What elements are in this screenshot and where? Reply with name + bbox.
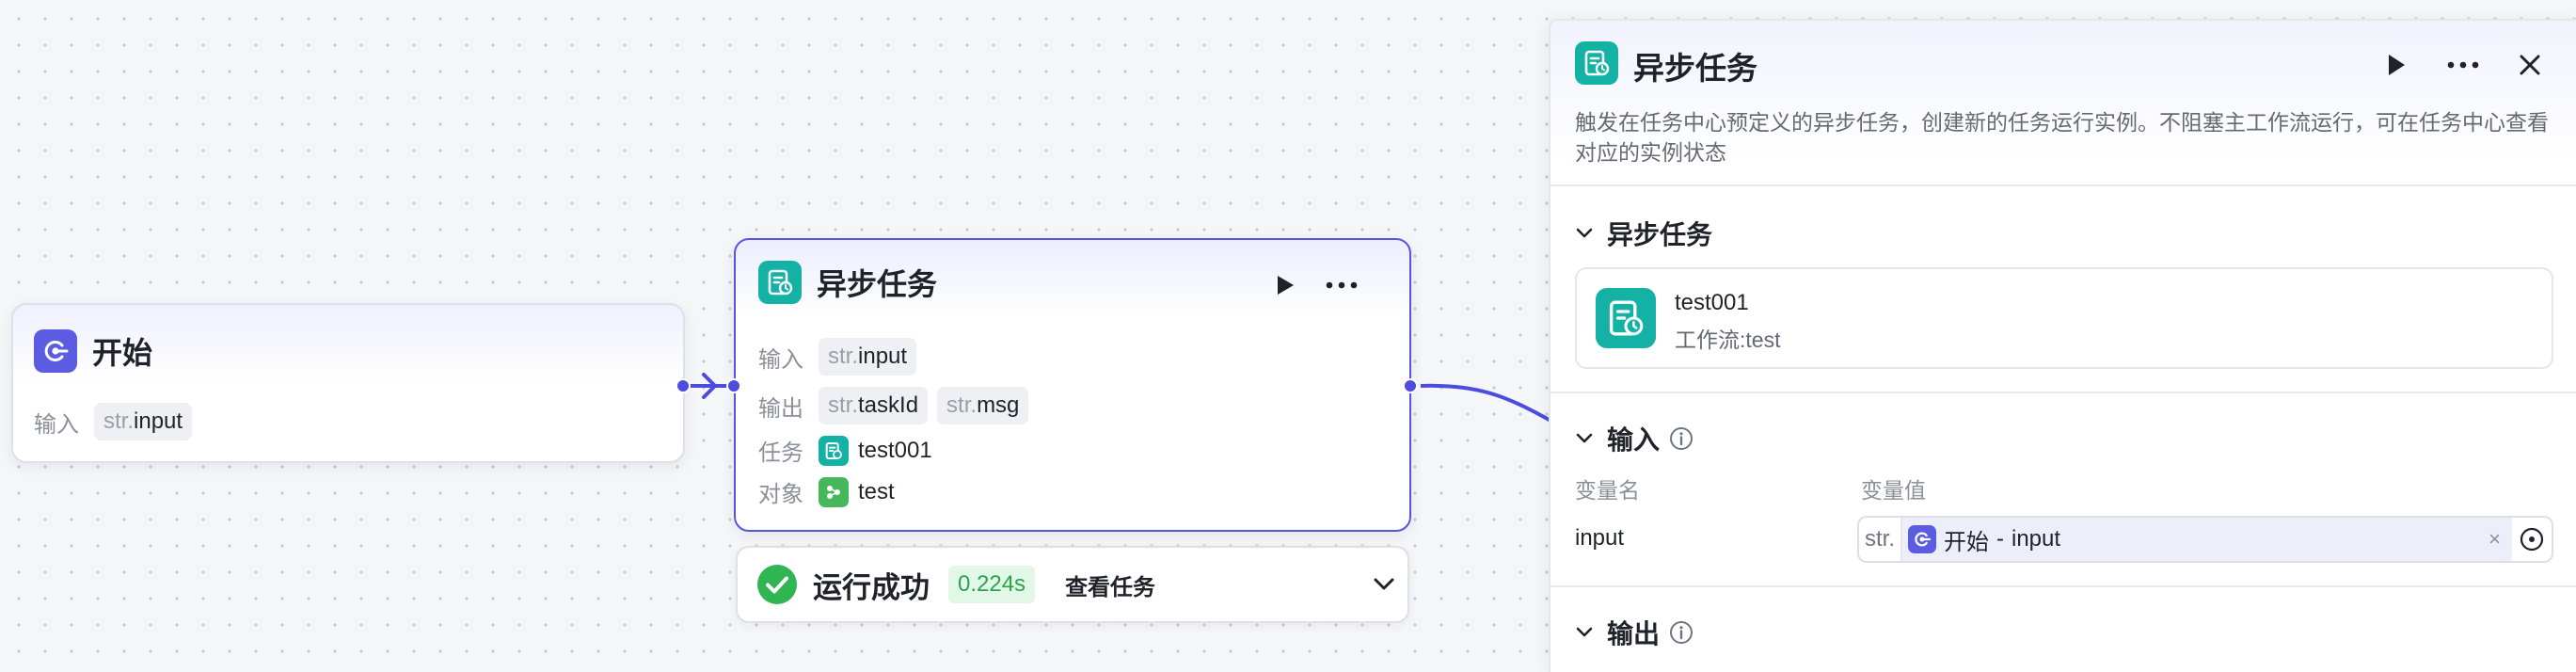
section-title: 异步任务 (1607, 220, 1713, 249)
task-output-port[interactable] (1403, 378, 1418, 393)
task-object-label: 对象 (758, 482, 803, 507)
start-node-icon (34, 329, 77, 373)
task-card-name: test001 (1675, 290, 1749, 315)
start-node[interactable]: 开始 输入 str. input (11, 303, 685, 463)
task-output-chip: str. msg (937, 387, 1029, 424)
panel-title: 异步任务 (1633, 51, 1757, 86)
section-title: 输入 (1607, 425, 1661, 455)
async-task-icon (819, 435, 849, 466)
node-more-button[interactable] (1321, 268, 1362, 302)
var-name: msg (977, 392, 1020, 418)
selected-task-card[interactable]: test001 工作流:test (1575, 267, 2553, 369)
start-node-title: 开始 (92, 336, 153, 370)
workflow-object-icon (819, 476, 849, 507)
type-prefix: str. (103, 408, 135, 434)
var-name: input (134, 408, 183, 434)
panel-header: 异步任务 触发在任务中心预定义的异步任务，创建新的任务运行实例。不阻塞主工作流运… (1550, 21, 2576, 186)
async-task-node[interactable]: 异步任务 输入 str. input 输出 str. taskId str. m… (734, 238, 1411, 532)
start-input-chip: str. input (94, 403, 193, 440)
close-icon (2520, 55, 2540, 75)
panel-close-button[interactable] (2512, 47, 2548, 83)
var-name: input (858, 344, 908, 369)
node-config-panel: 异步任务 触发在任务中心预定义的异步任务，创建新的任务运行实例。不阻塞主工作流运… (1549, 19, 2576, 672)
chevron-down-icon (1576, 627, 1593, 637)
variable-reference[interactable]: 开始 - input × (1902, 518, 2512, 561)
column-header-var-value: 变量值 (1861, 478, 1926, 503)
var-name: taskId (858, 392, 919, 418)
section-title: 输出 (1607, 619, 1661, 648)
async-task-icon (1575, 41, 1618, 85)
task-task-value: test001 (858, 437, 932, 463)
check-circle-icon (757, 565, 797, 604)
panel-description: 触发在任务中心预定义的异步任务，创建新的任务运行实例。不阻塞主工作流运行，可在任… (1575, 110, 2549, 165)
task-input-port[interactable] (726, 378, 741, 393)
chevron-down-icon (1374, 578, 1394, 590)
task-input-chip: str. input (819, 338, 917, 376)
column-header-var-name: 变量名 (1575, 478, 1640, 503)
variable-picker-button[interactable] (2512, 518, 2552, 561)
type-prefix: str. (946, 392, 978, 418)
async-task-icon (758, 261, 802, 304)
value-type-selector[interactable]: str. (1859, 518, 1902, 561)
section-async-task[interactable]: 异步任务 (1575, 215, 1712, 252)
type-prefix: str. (828, 392, 859, 418)
async-task-title: 异步任务 (817, 267, 938, 301)
section-output[interactable]: 输出 (1575, 614, 1693, 651)
start-node-icon (1908, 525, 1936, 553)
async-task-icon (1596, 288, 1656, 348)
run-result-bar[interactable]: 运行成功 0.224s 查看任务 (736, 546, 1409, 623)
variable-picker-icon (2520, 527, 2544, 552)
ref-node-name: 开始 (1944, 529, 1989, 555)
task-card-workflow: 工作流:test (1675, 328, 1781, 352)
chevron-down-icon (1576, 433, 1593, 443)
start-output-port[interactable] (676, 378, 691, 393)
start-input-label: 输入 (34, 411, 79, 438)
info-icon[interactable] (1669, 426, 1693, 451)
type-prefix: str. (828, 344, 859, 369)
input-value-field[interactable]: str. 开始 - input × (1857, 516, 2553, 563)
expand-result-button[interactable] (1368, 568, 1400, 600)
section-input[interactable]: 输入 (1575, 420, 1693, 457)
panel-run-button[interactable] (2378, 47, 2414, 83)
run-duration-badge: 0.224s (948, 566, 1036, 603)
edge-task-to-next (1420, 383, 1553, 424)
task-task-label: 任务 (758, 440, 803, 466)
task-input-label: 输入 (758, 346, 803, 373)
task-output-chip: str. taskId (819, 387, 929, 424)
view-task-link[interactable]: 查看任务 (1065, 568, 1155, 601)
task-object-value: test (858, 478, 895, 504)
more-icon (2447, 61, 2479, 69)
ref-var-name: input (2012, 526, 2061, 552)
run-node-button[interactable] (1268, 268, 1302, 302)
section-divider (1550, 392, 2576, 393)
play-icon (2389, 55, 2405, 75)
input-var-name: input (1575, 525, 1625, 551)
section-divider (1550, 585, 2576, 587)
info-icon[interactable] (1669, 620, 1693, 645)
panel-more-button[interactable] (2441, 47, 2486, 83)
run-status-text: 运行成功 (813, 570, 930, 604)
play-icon (1278, 276, 1294, 295)
more-icon (1326, 281, 1358, 289)
task-output-label: 输出 (758, 395, 803, 422)
chevron-down-icon (1576, 228, 1593, 238)
ref-separator: - (1996, 526, 2004, 552)
clear-reference-button[interactable]: × (2489, 527, 2501, 552)
